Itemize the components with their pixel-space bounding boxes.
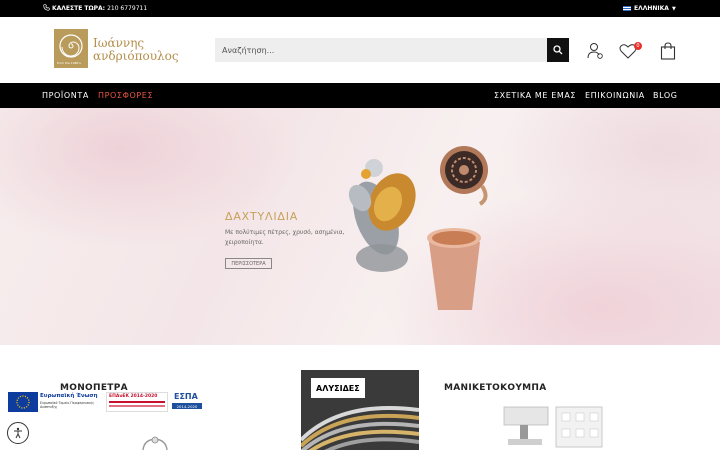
greek-flag-icon <box>623 6 631 11</box>
call-now[interactable]: ΚΑΛΕΣΤΕ ΤΩΡΑ: 210 6779711 <box>43 0 147 17</box>
hero-banner[interactable] <box>0 108 720 345</box>
nav-about[interactable]: ΣΧΕΤΙΚΑ ΜΕ ΕΜΑΣ <box>494 83 576 108</box>
eu-flag-icon <box>8 392 38 412</box>
caret-down-icon: ▼ <box>671 5 676 12</box>
logo-line-2: ανδριόπουλος <box>93 49 179 63</box>
cufflinks-image[interactable] <box>498 403 608 450</box>
phone-icon <box>43 4 50 13</box>
nav-contact[interactable]: ΕΠΙΚΟΙΝΩΝΙΑ <box>585 83 645 108</box>
user-icon <box>587 43 603 59</box>
eu-sub-label: Ευρωπαϊκό Ταμείο Περιφερειακής Ανάπτυξης <box>40 401 95 409</box>
hero-rings-image <box>348 146 488 310</box>
search-placeholder: Αναζήτηση... <box>222 45 275 55</box>
main-navigation: ΠΡΟΪΟΝΤΑ ΠΡΟΣΦΟΡΕΣ ΣΧΕΤΙΚΑ ΜΕ ΕΜΑΣ ΕΠΙΚΟ… <box>0 83 720 108</box>
nav-products[interactable]: ΠΡΟΪΟΝΤΑ <box>42 83 89 108</box>
category-title-chains[interactable]: ΑΛΥΣΙΔΕΣ <box>311 378 365 398</box>
shopping-bag-icon <box>660 42 676 60</box>
hero-title: ΔΑΧΤΥΛΙΔΙΑ <box>225 210 299 223</box>
category-title-cufflinks[interactable]: ΜΑΝΙΚΕΤΟΚΟΥΜΠΑ <box>444 383 547 393</box>
logo-badge: from the 1980's <box>57 61 81 65</box>
espa-label: ΕΣΠΑ <box>174 392 198 401</box>
top-bar: ΚΑΛΕΣΤΕ ΤΩΡΑ: 210 6779711 ΕΛΛΗΝΙΚΑ ▼ <box>0 0 720 17</box>
search-input[interactable]: Αναζήτηση... <box>215 38 547 62</box>
nav-offers[interactable]: ΠΡΟΣΦΟΡΕΣ <box>98 83 153 108</box>
logo-mark[interactable]: from the 1980's <box>54 29 88 68</box>
phone-number[interactable]: 210 6779711 <box>107 5 147 12</box>
espa-years: 2014-2020 <box>172 403 202 409</box>
accessibility-icon <box>14 427 22 439</box>
single-stone-ring-image[interactable] <box>140 436 170 450</box>
logo-text[interactable]: Ιωάννης ανδριόπουλος <box>93 37 179 63</box>
account-button[interactable] <box>586 42 604 60</box>
epanek-stripe-2 <box>109 405 165 407</box>
search-icon <box>553 45 563 55</box>
hero-more-button[interactable]: ΠΕΡΙΣΣΟΤΕΡΑ <box>225 258 272 269</box>
eu-funding-banner[interactable]: Ευρωπαϊκή Ένωση Ευρωπαϊκό Ταμείο Περιφερ… <box>8 391 204 413</box>
cart-button[interactable] <box>659 42 677 60</box>
language-selector[interactable]: ΕΛΛΗΝΙΚΑ ▼ <box>623 0 676 17</box>
epanek-logo: ΕΠΑνΕΚ 2014-2020 <box>106 392 168 412</box>
espa-logo: ΕΣΠΑ 2014-2020 <box>170 392 204 412</box>
accessibility-button[interactable] <box>7 422 29 444</box>
eu-label: Ευρωπαϊκή Ένωση <box>40 393 98 399</box>
epanek-stripe <box>109 401 165 403</box>
language-label: ΕΛΛΗΝΙΚΑ <box>634 5 669 12</box>
call-label: ΚΑΛΕΣΤΕ ΤΩΡΑ: <box>52 5 106 12</box>
hero-description: Με πολύτιμες πέτρες, χρυσό, ασημένια, χε… <box>225 229 345 246</box>
nav-blog[interactable]: BLOG <box>653 83 678 108</box>
search-button[interactable] <box>547 38 569 62</box>
wishlist-count-badge: 0 <box>634 42 642 50</box>
epanek-label: ΕΠΑνΕΚ 2014-2020 <box>109 394 158 399</box>
